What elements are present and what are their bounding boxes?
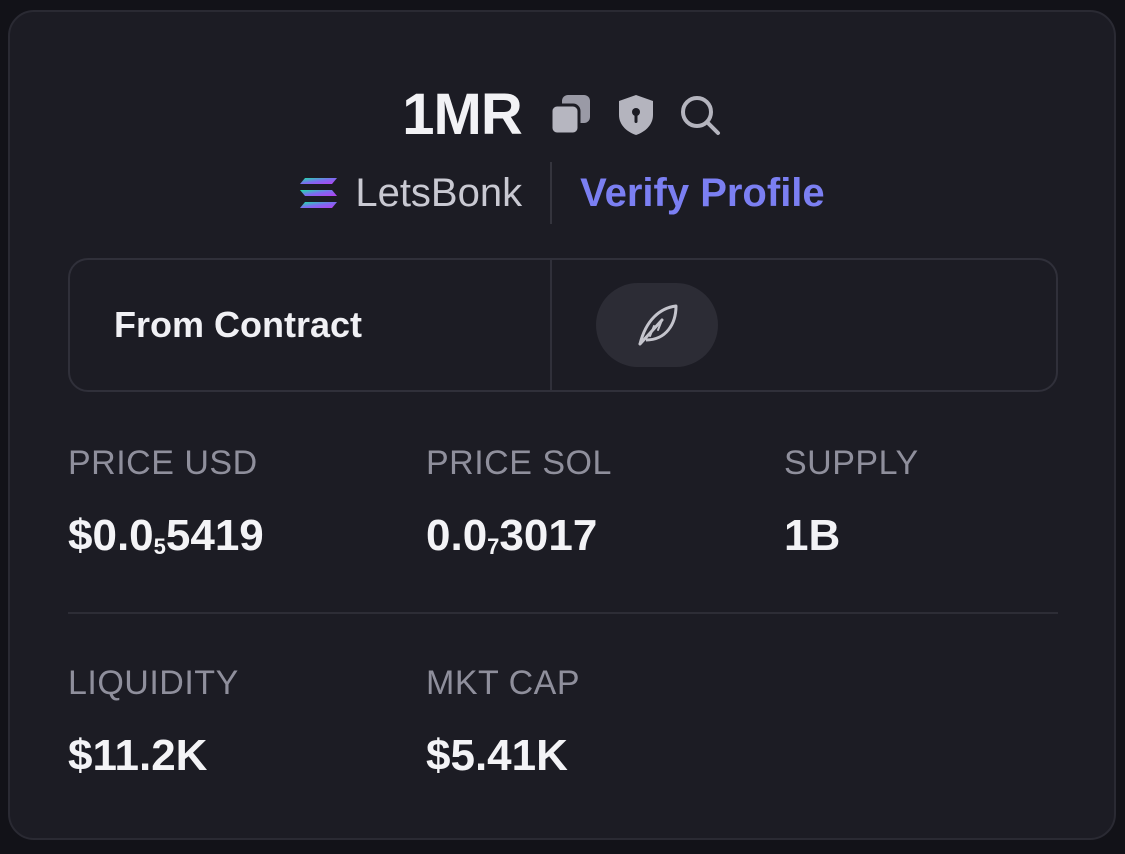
stat-label: PRICE USD [68, 444, 258, 482]
stat-label: LIQUIDITY [68, 664, 239, 702]
stat-label: MKT CAP [426, 664, 581, 702]
stat-price-sol: PRICE SOL 0.073017 [426, 446, 784, 558]
token-subheader: LetsBonk Verify Profile [10, 162, 1114, 224]
copy-icon[interactable] [548, 93, 594, 137]
verify-profile-link[interactable]: Verify Profile [552, 171, 825, 216]
stat-market-cap: MKT CAP $5.41K [426, 666, 784, 778]
stat-value: $0.055419 [68, 511, 264, 560]
platform-name: LetsBonk [355, 170, 523, 215]
token-header-actions [548, 93, 722, 137]
stat-value: 0.073017 [426, 511, 598, 560]
stats-row-market: LIQUIDITY $11.2K MKT CAP $5.41K [68, 666, 1058, 778]
stat-value: $5.41K [426, 731, 568, 780]
stats-divider [68, 612, 1058, 614]
stat-value: $11.2K [68, 731, 208, 780]
source-actions [552, 260, 1056, 390]
platform-info: LetsBonk [299, 162, 553, 224]
token-info-card: 1MR LetsBonk Verify Profile From Contrac… [8, 10, 1116, 840]
token-symbol: 1MR [402, 82, 522, 147]
solana-logo-icon [299, 175, 339, 211]
shield-icon[interactable] [616, 93, 656, 137]
stat-liquidity: LIQUIDITY $11.2K [68, 666, 426, 778]
leaf-icon [632, 300, 682, 350]
token-header: 1MR [10, 80, 1114, 150]
search-icon[interactable] [678, 93, 722, 137]
source-panel: From Contract [68, 258, 1058, 392]
stat-value: 1B [784, 511, 841, 560]
stat-label: SUPPLY [784, 444, 919, 482]
stat-supply: SUPPLY 1B [784, 446, 1058, 558]
stat-price-usd: PRICE USD $0.055419 [68, 446, 426, 558]
stat-label: PRICE SOL [426, 444, 612, 482]
stats-row-prices: PRICE USD $0.055419 PRICE SOL 0.073017 S… [68, 446, 1058, 558]
source-label: From Contract [70, 260, 552, 390]
leaf-button[interactable] [596, 283, 718, 367]
